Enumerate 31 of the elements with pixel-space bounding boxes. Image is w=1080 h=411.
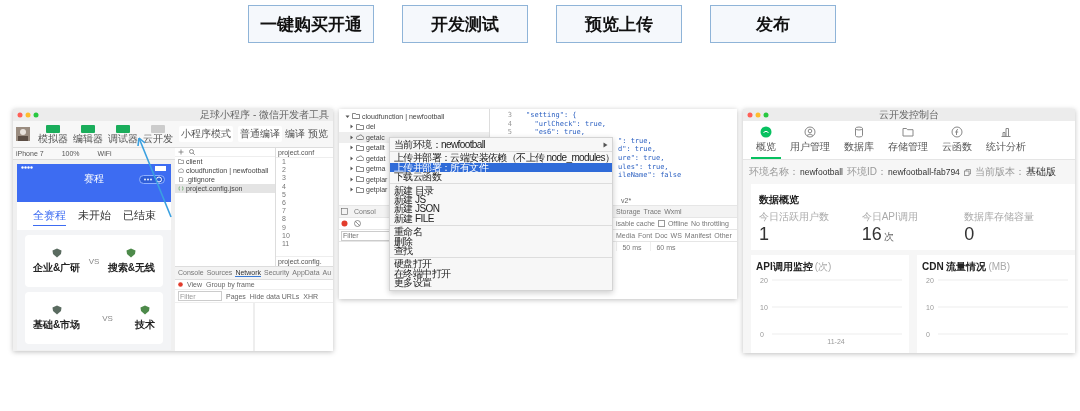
env-value: newfootball-fab794 [888,167,960,177]
env-label: 当前版本： [974,165,1025,179]
stat-label: 今日活跃用户数 [759,210,830,224]
env-value: newfootball [800,167,843,177]
env-label: 环境名称： [749,165,799,179]
stat-value: 0 [964,224,975,245]
stat-value: 1 [759,224,769,245]
chart-title: CDN 流量情况 [922,260,987,274]
chart-title: API调用监控 [756,260,813,274]
step-label: 开发测试 [402,5,528,43]
team-name: 搜索&无线 [107,260,155,275]
phone-title: 赛程 [84,172,104,186]
stat-label: 数据库存储容量 [964,210,1036,224]
step-label: 预览上传 [556,5,682,43]
step-label: 一键购买开通 [248,5,374,43]
chart-unit: (次) [814,260,832,274]
env-label: 环境ID： [847,165,887,179]
stat-label: 今日API调用 [861,210,919,224]
team-name: 基础&市场 [33,317,81,332]
team-name: 技术 [135,317,155,332]
versus-label: VS [102,313,113,323]
window-title: 云开发控制台 [879,109,939,121]
step-label: 发布 [710,5,836,43]
window-title: 足球小程序 - 微信开发者工具 [200,109,329,121]
stat-value: 16 [861,224,882,245]
stat-unit: 次 [883,230,894,244]
card-title: 数据概览 [759,194,799,205]
team-name: 企业&广研 [33,260,81,275]
chart-unit: (MB) [988,261,1011,272]
versus-label: VS [88,256,100,266]
env-value: 基础版 [1025,165,1056,179]
